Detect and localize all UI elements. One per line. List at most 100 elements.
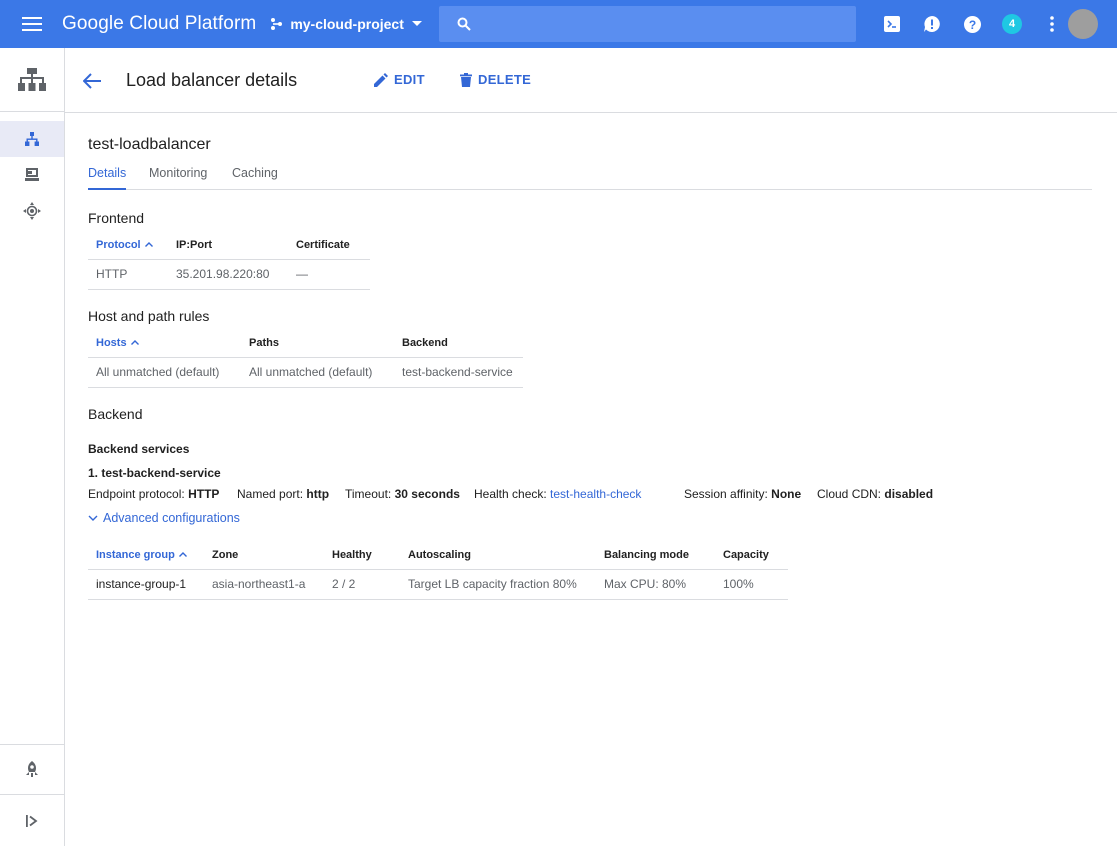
marketplace-icon bbox=[26, 760, 38, 777]
search-bar[interactable] bbox=[439, 6, 856, 42]
trash-icon bbox=[460, 72, 472, 87]
column-header-instance-group[interactable]: Instance group bbox=[88, 541, 204, 570]
host-rules-section-title: Host and path rules bbox=[88, 308, 210, 324]
load-balancing-icon bbox=[25, 132, 39, 146]
frontend-ip-port-cell: 35.201.98.220:80 bbox=[168, 259, 288, 290]
paths-cell: All unmatched (default) bbox=[241, 357, 394, 388]
frontend-certificate-cell: — bbox=[288, 259, 370, 290]
advanced-configurations-label: Advanced configurations bbox=[103, 511, 240, 525]
brand-title[interactable]: Google Cloud Platform bbox=[62, 13, 256, 35]
arrow-back-icon bbox=[83, 73, 101, 89]
network-services-icon bbox=[18, 67, 46, 91]
alert-icon bbox=[924, 16, 940, 32]
instance-group-table: Instance group Zone Healthy Autoscaling … bbox=[88, 541, 788, 600]
pencil-icon bbox=[374, 72, 388, 87]
delete-button[interactable]: DELETE bbox=[460, 72, 531, 87]
sort-ascending-icon bbox=[178, 552, 187, 558]
top-app-bar: Google Cloud Platform my-cloud-project ?… bbox=[0, 0, 1117, 48]
detail-tabs: Details Monitoring Caching bbox=[88, 161, 1092, 190]
column-header-autoscaling[interactable]: Autoscaling bbox=[400, 541, 596, 570]
avatar[interactable] bbox=[1068, 9, 1098, 39]
sidebar-item-cloud-cdn[interactable] bbox=[0, 157, 64, 193]
frontend-section-title: Frontend bbox=[88, 210, 145, 226]
hosts-cell: All unmatched (default) bbox=[88, 357, 241, 388]
column-header-protocol[interactable]: Protocol bbox=[88, 231, 168, 260]
backend-service-properties: Endpoint protocol: HTTP Named port: http… bbox=[88, 487, 1088, 503]
delete-label: DELETE bbox=[478, 72, 532, 87]
cloud-shell-button[interactable] bbox=[872, 0, 912, 48]
sidebar-item-cloud-dns[interactable] bbox=[0, 193, 64, 229]
healthy-cell: 2 / 2 bbox=[324, 569, 400, 600]
column-header-ip-port[interactable]: IP:Port bbox=[168, 231, 288, 260]
project-hierarchy-icon bbox=[271, 18, 283, 30]
health-check: Health check: test-health-check bbox=[474, 487, 642, 501]
project-selector[interactable]: my-cloud-project bbox=[270, 16, 428, 32]
tab-details[interactable]: Details bbox=[88, 166, 127, 190]
page-title: Load balancer details bbox=[126, 70, 298, 90]
top-actions: ? 4 bbox=[872, 0, 1072, 48]
edit-label: EDIT bbox=[394, 72, 425, 87]
tab-monitoring[interactable]: Monitoring bbox=[149, 166, 207, 190]
column-header-paths[interactable]: Paths bbox=[241, 329, 394, 358]
more-options-button[interactable] bbox=[1032, 0, 1072, 48]
timeout: Timeout: 30 seconds bbox=[345, 487, 460, 501]
health-check-link[interactable]: test-health-check bbox=[550, 487, 641, 501]
balancing-mode-cell: Max CPU: 80% bbox=[596, 569, 715, 600]
alerts-button[interactable] bbox=[912, 0, 952, 48]
column-header-capacity[interactable]: Capacity bbox=[715, 541, 788, 570]
back-button[interactable] bbox=[79, 68, 105, 94]
tab-caching[interactable]: Caching bbox=[232, 166, 278, 190]
page-header: Load balancer details EDIT DELETE bbox=[65, 48, 1117, 113]
help-button[interactable]: ? bbox=[952, 0, 992, 48]
nav-product-header[interactable] bbox=[0, 48, 64, 112]
more-vert-icon bbox=[1050, 16, 1054, 32]
svg-text:?: ? bbox=[968, 17, 975, 31]
expand-nav-icon bbox=[26, 814, 38, 827]
column-header-certificate[interactable]: Certificate bbox=[288, 231, 370, 260]
sort-ascending-icon bbox=[144, 242, 153, 248]
column-header-zone[interactable]: Zone bbox=[204, 541, 324, 570]
table-row: HTTP 35.201.98.220:80 — bbox=[88, 259, 370, 290]
help-icon: ? bbox=[963, 15, 981, 33]
instance-group-cell[interactable]: instance-group-1 bbox=[88, 569, 204, 600]
search-icon bbox=[457, 17, 471, 31]
left-nav bbox=[0, 48, 65, 846]
table-row: instance-group-1 asia-northeast1-a 2 / 2… bbox=[88, 569, 788, 600]
search-input[interactable] bbox=[481, 16, 841, 32]
endpoint-protocol: Endpoint protocol: HTTP bbox=[88, 487, 220, 501]
main-menu-button[interactable] bbox=[0, 0, 64, 48]
capacity-cell: 100% bbox=[715, 569, 788, 600]
frontend-table: Protocol IP:Port Certificate HTTP 35.201… bbox=[88, 231, 370, 290]
cloud-dns-icon bbox=[23, 202, 41, 220]
cloud-cdn-status: Cloud CDN: disabled bbox=[817, 487, 934, 501]
chevron-down-icon bbox=[88, 515, 98, 521]
sort-ascending-icon bbox=[130, 340, 139, 346]
backend-service-name: 1. test-backend-service bbox=[88, 466, 221, 480]
column-header-healthy[interactable]: Healthy bbox=[324, 541, 400, 570]
named-port: Named port: http bbox=[237, 487, 330, 501]
column-header-balancing-mode[interactable]: Balancing mode bbox=[596, 541, 715, 570]
autoscaling-cell: Target LB capacity fraction 80% bbox=[400, 569, 596, 600]
notification-count-badge: 4 bbox=[1002, 14, 1022, 34]
sidebar-item-load-balancing[interactable] bbox=[0, 121, 64, 157]
expand-nav-button[interactable] bbox=[0, 794, 64, 846]
backend-services-label: Backend services bbox=[88, 442, 190, 456]
cloud-shell-icon bbox=[884, 16, 900, 32]
backend-section-title: Backend bbox=[88, 406, 143, 422]
column-header-backend[interactable]: Backend bbox=[394, 329, 523, 358]
hamburger-menu-icon bbox=[22, 17, 42, 31]
project-name: my-cloud-project bbox=[290, 16, 404, 32]
backend-cell: test-backend-service bbox=[394, 357, 523, 388]
cloud-cdn-icon bbox=[25, 168, 39, 181]
table-row: All unmatched (default) All unmatched (d… bbox=[88, 357, 523, 388]
host-rules-table: Hosts Paths Backend All unmatched (defau… bbox=[88, 329, 523, 388]
zone-cell: asia-northeast1-a bbox=[204, 569, 324, 600]
notifications-button[interactable]: 4 bbox=[992, 0, 1032, 48]
frontend-protocol-cell: HTTP bbox=[88, 259, 168, 290]
advanced-configurations-toggle[interactable]: Advanced configurations bbox=[88, 511, 240, 525]
chevron-down-icon bbox=[411, 21, 422, 26]
column-header-hosts[interactable]: Hosts bbox=[88, 329, 241, 358]
sidebar-item-marketplace[interactable] bbox=[0, 744, 64, 794]
load-balancer-name: test-loadbalancer bbox=[88, 136, 211, 153]
edit-button[interactable]: EDIT bbox=[374, 72, 425, 87]
